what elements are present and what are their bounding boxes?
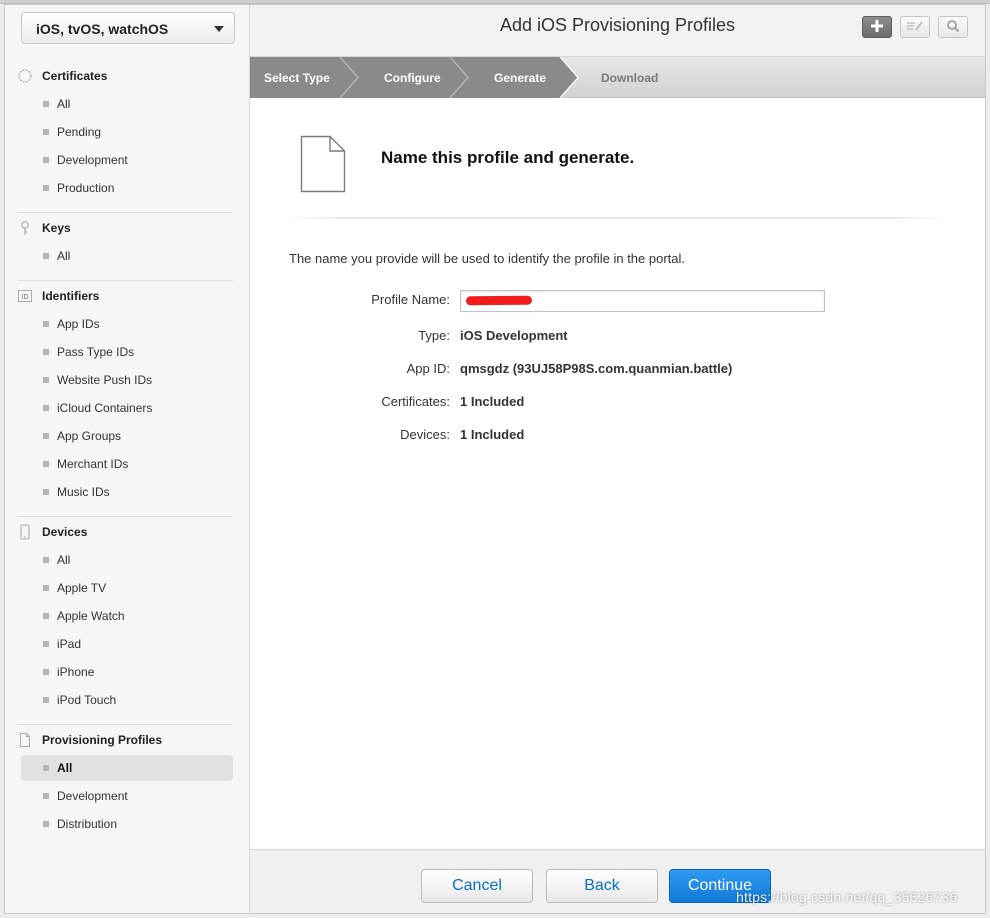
bullet-icon xyxy=(43,793,49,799)
add-button[interactable] xyxy=(862,16,892,38)
sidebar-item-devices-all[interactable]: All xyxy=(21,547,233,573)
search-icon xyxy=(946,19,960,36)
sidebar-item-certificates-development[interactable]: Development xyxy=(21,147,233,173)
bullet-icon xyxy=(43,557,49,563)
app-id-value: qmsgdz (93UJ58P98S.com.quanmian.battle) xyxy=(460,361,733,376)
app-id-label: App ID: xyxy=(406,361,450,376)
profile-name-label: Profile Name: xyxy=(371,292,450,307)
bullet-icon xyxy=(43,461,49,467)
step-generate: Generate xyxy=(494,70,547,85)
app-frame: iOS, tvOS, watchOS Certificates All Pend… xyxy=(4,4,986,914)
sidebar-item-certificates-all[interactable]: All xyxy=(21,91,233,117)
bullet-icon xyxy=(43,585,49,591)
sidebar-item-merchant-ids[interactable]: Merchant IDs xyxy=(21,451,233,477)
sidebar-item-keys-all[interactable]: All xyxy=(21,243,233,269)
sidebar-divider xyxy=(17,212,233,213)
heading-separator xyxy=(288,217,948,219)
platform-dropdown[interactable]: iOS, tvOS, watchOS xyxy=(21,12,235,44)
bullet-icon xyxy=(43,641,49,647)
device-icon xyxy=(17,524,33,540)
bullet-icon xyxy=(43,433,49,439)
section-keys: Keys xyxy=(17,218,71,238)
bullet-icon xyxy=(43,349,49,355)
bullet-icon xyxy=(43,613,49,619)
bullet-icon xyxy=(43,377,49,383)
bullet-icon xyxy=(43,185,49,191)
cancel-button[interactable]: Cancel xyxy=(421,869,533,903)
bullet-icon xyxy=(43,253,49,259)
step-configure: Configure xyxy=(384,70,441,85)
certificates-label: Certificates: xyxy=(381,394,450,409)
certificate-icon xyxy=(17,68,33,84)
sidebar-item-pass-type-ids[interactable]: Pass Type IDs xyxy=(21,339,233,365)
profile-form: Name this profile and generate. The name… xyxy=(250,99,985,849)
section-certificates-title: Certificates xyxy=(42,69,108,83)
bullet-icon xyxy=(43,697,49,703)
bullet-icon xyxy=(43,129,49,135)
redaction-mark xyxy=(465,295,533,306)
edit-icon xyxy=(906,20,924,35)
sidebar-item-iphone[interactable]: iPhone xyxy=(21,659,233,685)
bullet-icon xyxy=(43,489,49,495)
sidebar-divider xyxy=(17,724,233,725)
section-keys-title: Keys xyxy=(42,221,71,235)
sidebar-item-certificates-pending[interactable]: Pending xyxy=(21,119,233,145)
plus-icon xyxy=(870,17,884,38)
wizard-steps: Select Type Configure Generate Download xyxy=(250,57,985,98)
type-label: Type: xyxy=(418,328,450,343)
sidebar-item-certificates-production[interactable]: Production xyxy=(21,175,233,201)
devices-label: Devices: xyxy=(400,427,450,442)
section-identifiers: ID Identifiers xyxy=(17,286,99,306)
sidebar-item-profiles-all[interactable]: All xyxy=(21,755,233,781)
bullet-icon xyxy=(43,669,49,675)
devices-value: 1 Included xyxy=(460,427,525,442)
form-heading: Name this profile and generate. xyxy=(381,148,635,167)
sidebar-item-profiles-development[interactable]: Development xyxy=(21,783,233,809)
watermark-text: https://blog.csdn.net/qq_35626736 xyxy=(736,889,958,905)
sidebar-item-app-groups[interactable]: App Groups xyxy=(21,423,233,449)
sidebar-item-ipad[interactable]: iPad xyxy=(21,631,233,657)
sidebar-item-website-push-ids[interactable]: Website Push IDs xyxy=(21,367,233,393)
step-select-type: Select Type xyxy=(264,70,330,85)
sidebar-item-music-ids[interactable]: Music IDs xyxy=(21,479,233,505)
document-icon xyxy=(17,732,33,748)
type-value: iOS Development xyxy=(460,328,568,343)
search-button[interactable] xyxy=(938,16,968,38)
bullet-icon xyxy=(43,765,49,771)
section-certificates: Certificates xyxy=(17,66,107,86)
section-identifiers-title: Identifiers xyxy=(42,289,100,303)
step-download: Download xyxy=(601,70,659,85)
bullet-icon xyxy=(43,405,49,411)
sidebar-item-app-ids[interactable]: App IDs xyxy=(21,311,233,337)
bullet-icon xyxy=(43,101,49,107)
main-panel: Add iOS Provisioning Profiles Select Typ… xyxy=(250,5,985,913)
certificates-value: 1 Included xyxy=(460,394,525,409)
platform-dropdown-label: iOS, tvOS, watchOS xyxy=(36,21,169,37)
sidebar-item-ipod-touch[interactable]: iPod Touch xyxy=(21,687,233,713)
section-devices-title: Devices xyxy=(42,525,88,539)
sidebar-divider xyxy=(17,516,233,517)
sidebar-item-icloud-containers[interactable]: iCloud Containers xyxy=(21,395,233,421)
form-intro-text: The name you provide will be used to ide… xyxy=(289,251,686,266)
sidebar-item-profiles-distribution[interactable]: Distribution xyxy=(21,811,233,837)
bullet-icon xyxy=(43,157,49,163)
id-icon: ID xyxy=(17,288,33,304)
sidebar-item-apple-watch[interactable]: Apple Watch xyxy=(21,603,233,629)
sidebar: iOS, tvOS, watchOS Certificates All Pend… xyxy=(5,5,250,913)
id-icon-text: ID xyxy=(22,294,29,301)
section-provisioning-profiles: Provisioning Profiles xyxy=(17,730,162,750)
key-icon xyxy=(17,220,33,236)
main-header: Add iOS Provisioning Profiles xyxy=(250,5,985,57)
edit-button[interactable] xyxy=(900,16,930,38)
bullet-icon xyxy=(43,821,49,827)
chevron-down-icon xyxy=(214,26,224,32)
back-button[interactable]: Back xyxy=(546,869,658,903)
sidebar-divider xyxy=(17,280,233,281)
bullet-icon xyxy=(43,321,49,327)
section-devices: Devices xyxy=(17,522,87,542)
sidebar-item-apple-tv[interactable]: Apple TV xyxy=(21,575,233,601)
profile-document-icon xyxy=(300,135,346,193)
section-provisioning-profiles-title: Provisioning Profiles xyxy=(42,733,163,747)
